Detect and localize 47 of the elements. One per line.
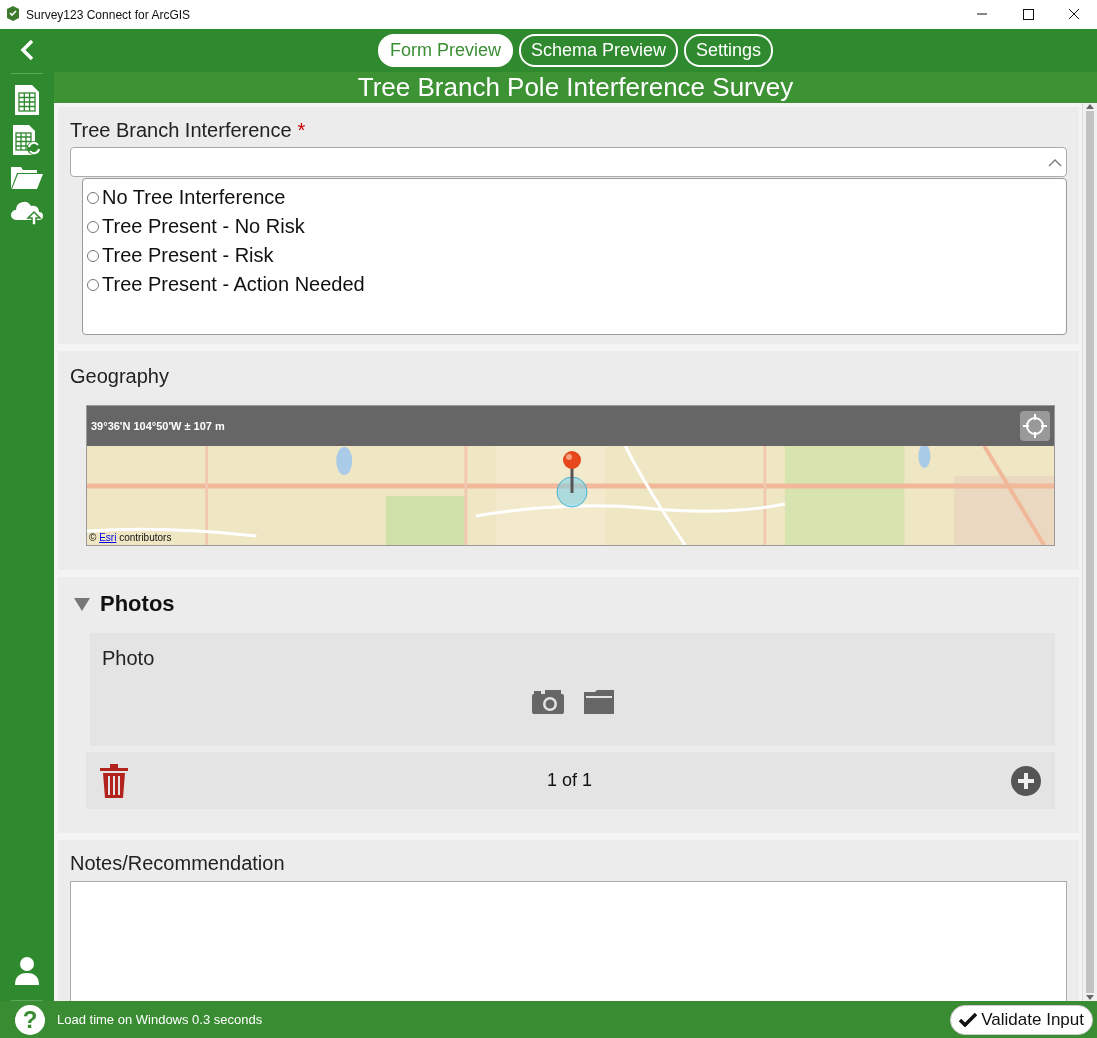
maximize-icon[interactable] <box>1022 9 1034 20</box>
survey-title: Tree Branch Pole Interference Survey <box>357 72 794 102</box>
add-icon[interactable] <box>1011 765 1041 796</box>
camera-icon[interactable] <box>531 690 564 714</box>
folder-icon[interactable] <box>583 690 614 714</box>
help-button[interactable]: ? <box>15 1004 45 1035</box>
chevron-up-icon[interactable] <box>1048 157 1062 167</box>
scrollbar-thumb[interactable] <box>1086 111 1094 993</box>
back-icon[interactable] <box>20 39 34 61</box>
spreadsheet-icon[interactable] <box>14 84 40 116</box>
user-icon[interactable] <box>14 956 40 986</box>
crosshair-icon <box>1023 414 1047 438</box>
tab[interactable]: Form Preview <box>377 34 513 67</box>
option-label[interactable]: No Tree Interference <box>102 186 286 209</box>
option-label[interactable]: Tree Present - Action Needed <box>102 273 365 296</box>
status-message: Load time on Windows 0.3 seconds <box>57 1012 264 1027</box>
radio-button[interactable] <box>87 191 99 204</box>
trash-icon[interactable] <box>100 763 128 798</box>
validate-button[interactable]: Validate Input <box>950 1004 1093 1035</box>
photo-counter: 1 of 1 <box>546 770 592 791</box>
check-icon <box>959 1012 978 1027</box>
window-title: Survey123 Connect for ArcGIS <box>26 7 191 22</box>
app-logo-icon <box>6 5 20 24</box>
map[interactable]: 39°36'N 104°50'W ± 107 m © Esri contributors <box>86 405 1055 546</box>
tab[interactable]: Schema Preview <box>518 34 678 67</box>
group-header[interactable]: Photos <box>74 591 175 617</box>
radio-button[interactable] <box>87 278 99 291</box>
question-label: Tree Branch Interference <box>70 119 292 141</box>
option-label[interactable]: Tree Present - No Risk <box>102 215 305 238</box>
spreadsheet-sync-icon[interactable] <box>12 124 42 156</box>
folder-icon[interactable] <box>10 164 44 190</box>
radio-button[interactable] <box>87 220 99 233</box>
location-pin-icon <box>556 450 588 508</box>
question-label: Notes/Recommendation <box>70 852 286 875</box>
triangle-down-icon <box>74 597 90 611</box>
locate-button[interactable] <box>1020 411 1050 441</box>
radio-button[interactable] <box>87 249 99 262</box>
esri-link[interactable]: Esri <box>99 532 117 543</box>
map-attribution: © Esri contributors <box>89 532 172 543</box>
required-mark: * <box>297 119 306 141</box>
option-label[interactable]: Tree Present - Risk <box>102 244 274 267</box>
dropdown-field[interactable] <box>70 147 1067 177</box>
tab[interactable]: Settings <box>684 34 774 67</box>
question-label: Photo <box>102 647 156 670</box>
close-icon[interactable] <box>1068 9 1080 20</box>
location-text: 39°36'N 104°50'W ± 107 m <box>91 420 225 432</box>
question-label: Geography <box>70 365 170 388</box>
